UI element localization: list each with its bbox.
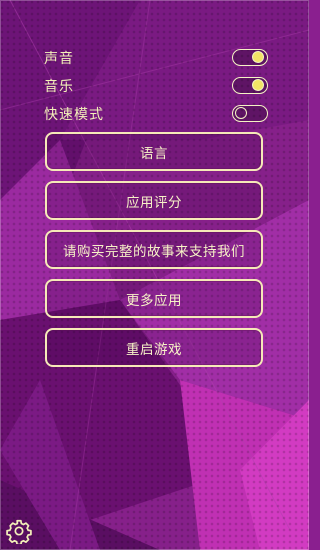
restart-game-button[interactable]: 重启游戏: [45, 328, 263, 367]
sound-label: 声音: [44, 51, 74, 67]
rate-app-button[interactable]: 应用评分: [45, 181, 263, 220]
gear-icon[interactable]: [6, 518, 32, 544]
toggle-knob: [235, 107, 247, 119]
setting-row-sound: 声音: [0, 46, 309, 72]
setting-row-music: 音乐: [0, 74, 309, 100]
fast-mode-toggle[interactable]: [232, 105, 268, 122]
more-apps-button[interactable]: 更多应用: [45, 279, 263, 318]
music-label: 音乐: [44, 79, 74, 95]
fast-mode-label: 快速模式: [44, 107, 104, 123]
toggle-knob: [252, 51, 264, 63]
buy-full-story-button[interactable]: 请购买完整的故事来支持我们: [45, 230, 263, 269]
toggle-knob: [252, 79, 264, 91]
setting-row-fast-mode: 快速模式: [0, 102, 309, 128]
sound-toggle[interactable]: [232, 49, 268, 66]
music-toggle[interactable]: [232, 77, 268, 94]
language-button[interactable]: 语言: [45, 132, 263, 171]
